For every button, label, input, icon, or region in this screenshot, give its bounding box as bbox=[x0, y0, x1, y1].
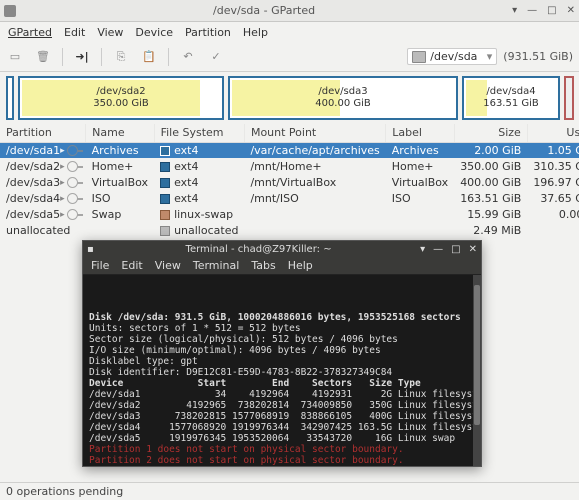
col-used[interactable]: Used bbox=[527, 124, 579, 142]
copy-icon[interactable]: ⎘ bbox=[112, 48, 130, 66]
fs-color-icon bbox=[160, 178, 170, 188]
chevron-down-icon: ▾ bbox=[487, 50, 493, 63]
table-row[interactable]: /dev/sda3▸VirtualBoxext4/mnt/VirtualBoxV… bbox=[0, 174, 579, 190]
menu-partition[interactable]: Partition bbox=[179, 24, 237, 41]
new-icon[interactable]: ▭ bbox=[6, 48, 24, 66]
fs-color-icon bbox=[160, 194, 170, 204]
menu-edit[interactable]: Edit bbox=[58, 24, 91, 41]
separator bbox=[62, 48, 63, 66]
term-menu-view[interactable]: View bbox=[149, 259, 187, 272]
col-partition[interactable]: Partition bbox=[0, 124, 86, 142]
col-label[interactable]: Label bbox=[386, 124, 454, 142]
col-fs[interactable]: File System bbox=[154, 124, 244, 142]
separator bbox=[168, 48, 169, 66]
term-menu-tabs[interactable]: Tabs bbox=[245, 259, 281, 272]
hdd-icon bbox=[412, 51, 426, 63]
separator bbox=[101, 48, 102, 66]
term-pin-icon[interactable]: ▾ bbox=[420, 244, 425, 255]
key-icon bbox=[67, 177, 78, 188]
graph-size: 400.00 GiB bbox=[315, 98, 371, 110]
term-maximize-icon[interactable]: □ bbox=[451, 244, 460, 255]
minimize-icon[interactable]: — bbox=[527, 5, 537, 16]
graph-dev: /dev/sda2 bbox=[93, 86, 149, 98]
window-titlebar: /dev/sda - GParted ▾ — □ ✕ bbox=[0, 0, 579, 22]
term-minimize-icon[interactable]: — bbox=[433, 244, 443, 255]
terminal-titlebar: ▪ Terminal - chad@Z97Killer: ~ ▾ — □ ✕ bbox=[83, 241, 481, 257]
resize-icon[interactable]: ➜| bbox=[73, 48, 91, 66]
status-text: 0 operations pending bbox=[6, 485, 123, 498]
graph-sda4[interactable]: /dev/sda4163.51 GiB bbox=[462, 76, 560, 120]
terminal-window[interactable]: ▪ Terminal - chad@Z97Killer: ~ ▾ — □ ✕ F… bbox=[82, 240, 482, 467]
terminal-scrollbar[interactable] bbox=[473, 275, 481, 466]
toolbar: ▭ 🗑 ➜| ⎘ 📋 ↶ ✓ /dev/sda ▾ (931.51 GiB) bbox=[0, 42, 579, 72]
scrollbar-thumb[interactable] bbox=[474, 285, 480, 425]
fs-color-icon bbox=[160, 162, 170, 172]
terminal-icon: ▪ bbox=[87, 244, 97, 255]
menu-gparted[interactable]: GParted bbox=[2, 24, 58, 41]
key-icon bbox=[67, 193, 78, 204]
term-menu-help[interactable]: Help bbox=[282, 259, 319, 272]
window-buttons: ▾ — □ ✕ bbox=[512, 5, 575, 16]
undo-icon[interactable]: ↶ bbox=[179, 48, 197, 66]
term-menu-file[interactable]: File bbox=[85, 259, 115, 272]
graph-size: 350.00 GiB bbox=[93, 98, 149, 110]
col-mount[interactable]: Mount Point bbox=[244, 124, 385, 142]
graph-sda1[interactable] bbox=[6, 76, 14, 120]
key-icon bbox=[67, 209, 78, 220]
maximize-icon[interactable]: □ bbox=[547, 5, 556, 16]
pin-icon[interactable]: ▾ bbox=[512, 5, 517, 16]
menu-view[interactable]: View bbox=[91, 24, 129, 41]
col-name[interactable]: Name bbox=[86, 124, 154, 142]
term-menu-terminal[interactable]: Terminal bbox=[187, 259, 246, 272]
table-row[interactable]: /dev/sda2▸Home+ext4/mnt/Home+Home+350.00… bbox=[0, 158, 579, 174]
table-row[interactable]: /dev/sda5▸Swaplinux-swap15.99 GiB0.00 B1… bbox=[0, 206, 579, 222]
table-row[interactable]: /dev/sda4▸ISOext4/mnt/ISOISO163.51 GiB37… bbox=[0, 190, 579, 206]
terminal-title: Terminal - chad@Z97Killer: ~ bbox=[97, 244, 420, 255]
fs-color-icon bbox=[160, 146, 170, 156]
terminal-menubar: File Edit View Terminal Tabs Help bbox=[83, 257, 481, 275]
table-row[interactable]: unallocatedunallocated2.49 MiB------ bbox=[0, 222, 579, 238]
partition-graph: /dev/sda2350.00 GiB /dev/sda3400.00 GiB … bbox=[0, 72, 579, 124]
graph-dev: /dev/sda4 bbox=[483, 86, 539, 98]
fs-color-icon bbox=[160, 210, 170, 220]
table-row[interactable]: /dev/sda1▸Archivesext4/var/cache/apt/arc… bbox=[0, 142, 579, 158]
term-menu-edit[interactable]: Edit bbox=[115, 259, 148, 272]
table-header: Partition Name File System Mount Point L… bbox=[0, 124, 579, 142]
menubar: GParted Edit View Device Partition Help bbox=[0, 22, 579, 42]
col-size[interactable]: Size bbox=[454, 124, 527, 142]
window-title: /dev/sda - GParted bbox=[16, 4, 512, 17]
paste-icon[interactable]: 📋 bbox=[140, 48, 158, 66]
partition-table: Partition Name File System Mount Point L… bbox=[0, 124, 579, 238]
statusbar: 0 operations pending bbox=[0, 482, 579, 500]
key-icon bbox=[67, 145, 78, 156]
device-selector[interactable]: /dev/sda ▾ bbox=[407, 48, 497, 65]
graph-sda3[interactable]: /dev/sda3400.00 GiB bbox=[228, 76, 458, 120]
graph-size: 163.51 GiB bbox=[483, 98, 539, 110]
graph-swap[interactable] bbox=[564, 76, 574, 120]
device-size: (931.51 GiB) bbox=[503, 50, 573, 63]
delete-icon[interactable]: 🗑 bbox=[34, 48, 52, 66]
close-icon[interactable]: ✕ bbox=[567, 5, 575, 16]
graph-dev: /dev/sda3 bbox=[315, 86, 371, 98]
fs-color-icon bbox=[160, 226, 170, 236]
key-icon bbox=[67, 161, 78, 172]
menu-device[interactable]: Device bbox=[129, 24, 179, 41]
terminal-body[interactable]: Disk /dev/sda: 931.5 GiB, 1000204886016 … bbox=[83, 275, 481, 466]
menu-help[interactable]: Help bbox=[237, 24, 274, 41]
device-name: /dev/sda bbox=[430, 50, 477, 63]
term-close-icon[interactable]: ✕ bbox=[469, 244, 477, 255]
graph-sda2[interactable]: /dev/sda2350.00 GiB bbox=[18, 76, 224, 120]
app-icon bbox=[4, 5, 16, 17]
apply-icon[interactable]: ✓ bbox=[207, 48, 225, 66]
